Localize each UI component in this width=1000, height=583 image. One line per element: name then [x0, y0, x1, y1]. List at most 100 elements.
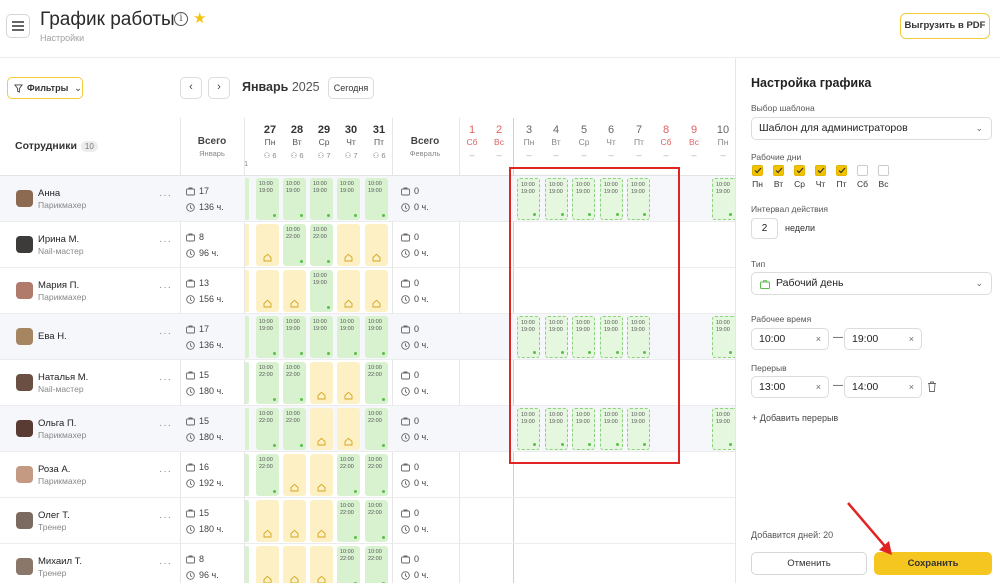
workday-checkbox[interactable]: Сб	[856, 165, 869, 189]
clear-icon[interactable]: ×	[816, 329, 821, 349]
jan-31-shift[interactable]: 10:00 19:00	[365, 316, 388, 358]
more-icon[interactable]: ···	[159, 190, 172, 201]
workday-checkbox[interactable]: Ср	[793, 165, 806, 189]
more-icon[interactable]: ···	[159, 512, 172, 523]
day-header-feb-2[interactable]: 2 Вс –	[486, 124, 512, 160]
template-select[interactable]: Шаблон для администраторов ⌄	[751, 117, 992, 140]
employee-name[interactable]: Ева Н.	[38, 331, 67, 342]
employee-name[interactable]: Ольга П.	[38, 418, 76, 429]
more-icon[interactable]: ···	[159, 558, 172, 569]
day-header-jan-29[interactable]: 29 Ср ⚇ 7	[311, 124, 337, 160]
jan-29-shift[interactable]: 10:00 19:00	[310, 270, 333, 312]
menu-button[interactable]	[6, 14, 30, 38]
export-pdf-button[interactable]: Выгрузить в PDF	[900, 13, 990, 39]
employee-name[interactable]: Анна	[38, 188, 60, 199]
planned-shift[interactable]: 10:00 19:00	[712, 316, 735, 358]
jan-28-day-off[interactable]	[283, 500, 306, 542]
day-header-feb-7[interactable]: 7 Пт –	[626, 124, 652, 160]
employee-name[interactable]: Наталья М.	[38, 372, 88, 383]
checkbox[interactable]	[857, 165, 868, 176]
break-start-input[interactable]: 13:00 ×	[751, 376, 829, 398]
day-header-jan-31[interactable]: 31 Пт ⚇ 6	[366, 124, 392, 160]
table-row[interactable]: Михаил Т. Тренер ··· 8 96 ч. 0 0 ч. 10:00 22:00 1…	[0, 544, 735, 583]
jan-29-day-off[interactable]	[310, 408, 333, 450]
day-header-feb-8[interactable]: 8 Сб –	[653, 124, 679, 160]
more-icon[interactable]: ···	[159, 236, 172, 247]
jan-31-day-off[interactable]	[365, 224, 388, 266]
jan-27-day-off[interactable]	[256, 500, 279, 542]
employee-name[interactable]: Михаил Т.	[38, 556, 82, 567]
jan-27-day-off[interactable]	[256, 224, 279, 266]
interval-input[interactable]: 2	[751, 218, 778, 239]
jan-28-day-off[interactable]	[283, 454, 306, 496]
break-end-input[interactable]: 14:00 ×	[844, 376, 922, 398]
workday-checkbox[interactable]: Вс	[877, 165, 890, 189]
jan-29-shift[interactable]: 10:00 22:00	[310, 224, 333, 266]
work-end-input[interactable]: 19:00 ×	[844, 328, 922, 350]
jan-30-day-off[interactable]	[337, 224, 360, 266]
employee-name[interactable]: Мария П.	[38, 280, 79, 291]
day-header-feb-1[interactable]: 1 Сб –	[459, 124, 485, 160]
clear-icon[interactable]: ×	[816, 377, 821, 397]
next-month-button[interactable]: ›	[208, 77, 230, 99]
trash-icon[interactable]	[927, 381, 937, 392]
today-button[interactable]: Сегодня	[328, 77, 374, 99]
jan-30-day-off[interactable]	[337, 270, 360, 312]
day-header-feb-9[interactable]: 9 Вс –	[681, 124, 707, 160]
jan-30-shift[interactable]: 10:00 22:00	[337, 546, 360, 583]
day-header-feb-5[interactable]: 5 Ср –	[571, 124, 597, 160]
day-header-feb-6[interactable]: 6 Чт –	[598, 124, 624, 160]
jan-27-shift[interactable]: 10:00 22:00	[256, 454, 279, 496]
save-button[interactable]: Сохранить	[874, 552, 992, 575]
employee-name[interactable]: Олег Т.	[38, 510, 70, 521]
day-header-jan-27[interactable]: 27 Пн ⚇ 6	[257, 124, 283, 160]
jan-31-shift[interactable]: 10:00 19:00	[365, 178, 388, 220]
work-start-input[interactable]: 10:00 ×	[751, 328, 829, 350]
prev-month-button[interactable]: ‹	[180, 77, 202, 99]
jan-27-shift[interactable]: 10:00 22:00	[256, 408, 279, 450]
jan-31-shift[interactable]: 10:00 22:00	[365, 546, 388, 583]
jan-27-day-off[interactable]	[256, 270, 279, 312]
workday-checkbox[interactable]: Чт	[814, 165, 827, 189]
clear-icon[interactable]: ×	[909, 329, 914, 349]
checkbox[interactable]	[815, 165, 826, 176]
employee-name[interactable]: Ирина М.	[38, 234, 79, 245]
jan-30-shift[interactable]: 10:00 22:00	[337, 500, 360, 542]
jan-29-day-off[interactable]	[310, 454, 333, 496]
day-header-jan-28[interactable]: 28 Вт ⚇ 6	[284, 124, 310, 160]
more-icon[interactable]: ···	[159, 466, 172, 477]
cancel-button[interactable]: Отменить	[751, 552, 867, 575]
planned-shift[interactable]: 10:00 19:00	[712, 178, 735, 220]
jan-29-day-off[interactable]	[310, 500, 333, 542]
clear-icon[interactable]: ×	[909, 377, 914, 397]
checkbox[interactable]	[836, 165, 847, 176]
more-icon[interactable]: ···	[159, 328, 172, 339]
jan-28-shift[interactable]: 10:00 22:00	[283, 408, 306, 450]
day-header-feb-4[interactable]: 4 Вт –	[543, 124, 569, 160]
jan-30-day-off[interactable]	[337, 408, 360, 450]
jan-28-shift[interactable]: 10:00 19:00	[283, 178, 306, 220]
planned-shift[interactable]: 10:00 19:00	[712, 408, 735, 450]
info-icon[interactable]: i	[174, 12, 188, 26]
jan-31-shift[interactable]: 10:00 22:00	[365, 454, 388, 496]
jan-27-day-off[interactable]	[256, 546, 279, 583]
workday-checkbox[interactable]: Пт	[835, 165, 848, 189]
jan-28-shift[interactable]: 10:00 22:00	[283, 224, 306, 266]
jan-29-shift[interactable]: 10:00 19:00	[310, 178, 333, 220]
jan-28-shift[interactable]: 10:00 22:00	[283, 362, 306, 404]
add-break-button[interactable]: + Добавить перерыв	[752, 413, 838, 423]
checkbox[interactable]	[794, 165, 805, 176]
checkbox[interactable]	[773, 165, 784, 176]
employee-name[interactable]: Роза А.	[38, 464, 70, 475]
jan-27-shift[interactable]: 10:00 22:00	[256, 362, 279, 404]
jan-31-shift[interactable]: 10:00 22:00	[365, 362, 388, 404]
jan-28-day-off[interactable]	[283, 270, 306, 312]
jan-28-shift[interactable]: 10:00 19:00	[283, 316, 306, 358]
jan-27-shift[interactable]: 10:00 19:00	[256, 178, 279, 220]
breadcrumb[interactable]: Настройки	[40, 33, 84, 43]
jan-31-shift[interactable]: 10:00 22:00	[365, 408, 388, 450]
table-row[interactable]: Олег Т. Тренер ··· 15 180 ч. 0 0 ч. 10:00 22:00 1…	[0, 498, 735, 544]
jan-30-shift[interactable]: 10:00 19:00	[337, 178, 360, 220]
workday-checkbox[interactable]: Пн	[751, 165, 764, 189]
star-icon[interactable]: ★	[193, 9, 206, 27]
